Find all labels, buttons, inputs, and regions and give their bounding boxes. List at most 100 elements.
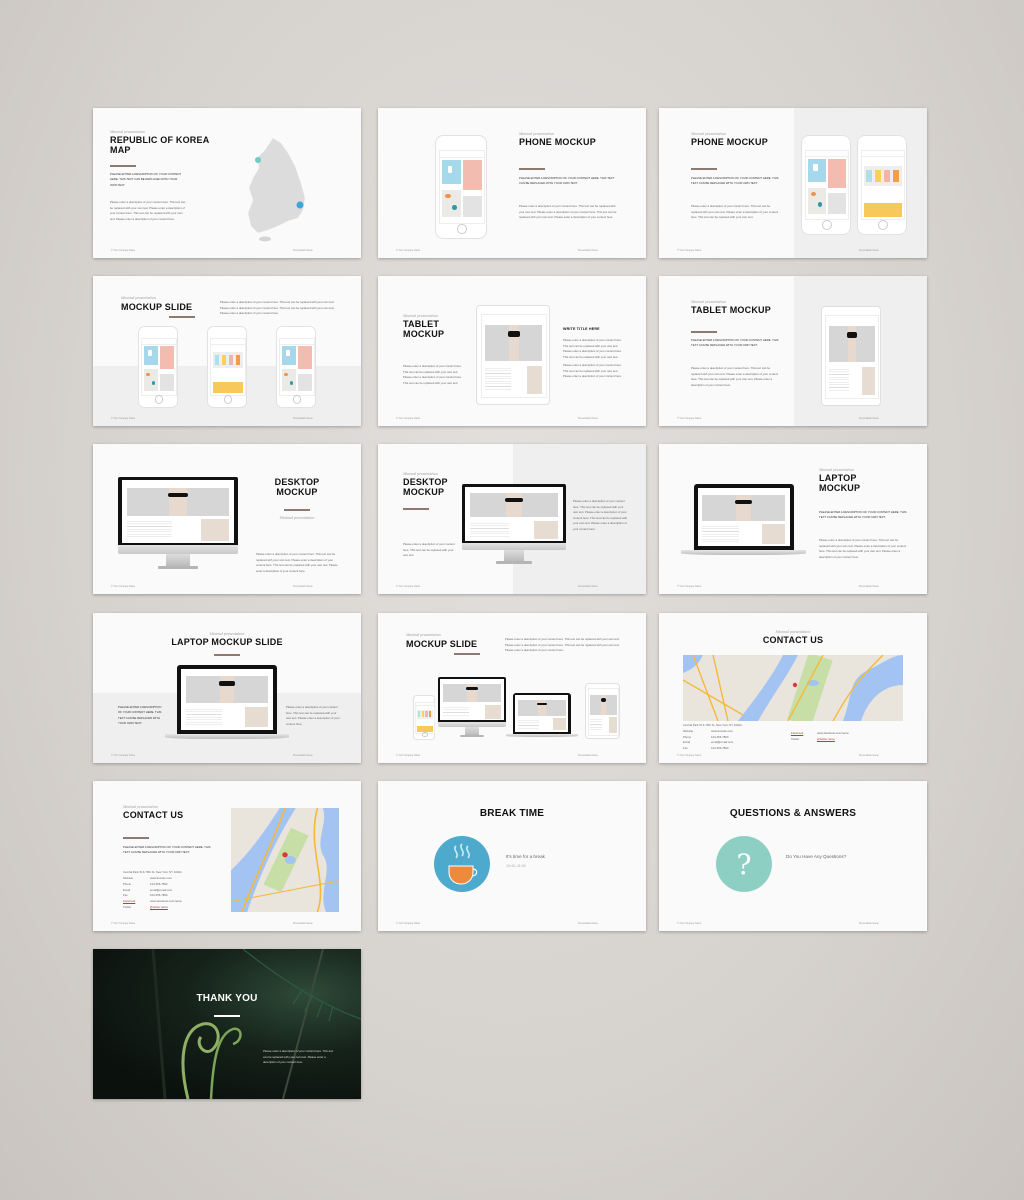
home-button [457,223,467,234]
slide-caps: Please enter a description of your conte… [691,176,779,186]
sunglasses [847,332,857,339]
monitor-chin [118,545,238,554]
title-divider [284,509,310,511]
footer-left: © Your Company Name [677,923,702,925]
dot-red [813,164,818,172]
laptop-lid [693,484,794,551]
footer-right: Presentation Name [578,418,598,420]
thumb [533,520,558,540]
app-tabs [805,151,849,158]
slide-14[interactable]: BREAK TIME It's time for a break 10:40–11:… [378,781,646,931]
footer-left: © Your Company Name [677,418,702,420]
slide-title: TABLET MOCKUP [691,305,771,315]
laptop-mockup [681,484,806,556]
monitor-screen [121,480,235,544]
slide-12[interactable]: Minimal presentation CONTACT US Central Pa… [659,613,927,763]
contact-label: Phone [123,881,132,886]
slide-9[interactable]: Minimal presentation LAPTOP MOCKUP Please … [659,444,927,594]
footer-right: Presentation Name [293,250,313,252]
slide-11[interactable]: Minimal presentation MOCKUP SLIDE Please e… [378,613,646,763]
app-tabs [440,151,484,158]
home-button [822,220,832,231]
slide-caps: Please enter a description of your conte… [819,510,907,520]
slide-subtitle: Minimal presentation [209,632,245,636]
phone-mockup [857,135,907,235]
contact-label[interactable]: Facebook [123,899,153,905]
title-divider [691,331,717,333]
tablet-screen [825,314,879,400]
desktop-monitor [118,477,238,572]
slide-4[interactable]: Minimal presentation MOCKUP SLIDE Please e… [93,276,361,426]
footer-left: © Your Company Name [111,923,136,925]
tablet-screen [587,688,619,736]
footer-right: Presentation Name [293,923,313,925]
korea-map-svg [247,137,306,242]
tile-pink [827,158,847,188]
laptop-lid [177,665,277,734]
social-value[interactable]: @twitter.name [817,737,877,743]
slide-2[interactable]: Minimal presentation PHONE MOCKUP Please e… [378,108,646,258]
slide-6[interactable]: Minimal presentation TABLET MOCKUP Please … [659,276,927,426]
home-button [878,220,888,231]
slide-8[interactable]: Minimal presentation DESKTOP MOCKUP Please… [378,444,646,594]
footer-right: Presentation Name [293,755,313,757]
monitor-frame [462,484,566,544]
thumb [761,524,785,544]
footer-right: Presentation Name [859,418,879,420]
thumb [862,366,875,395]
thumb [484,704,501,719]
laptop-base [506,734,578,738]
slide-15[interactable]: QUESTIONS & ANSWERS? Do You Have Any Ques… [659,781,927,931]
product-card [421,711,425,717]
product-card [228,354,234,365]
slide-line1: Do You Have Any Questions? [786,854,847,859]
content-lines [518,718,540,729]
contact-value[interactable]: www.domain.com [150,876,210,882]
app-tabs [861,151,905,158]
slide-3[interactable]: Minimal presentation PHONE MOCKUP Please e… [659,108,927,258]
thumb [245,706,269,728]
slide-title: MOCKUP SLIDE [121,302,193,312]
footer-left: © Your Company Name [396,923,421,925]
footer-right: Presentation Name [578,250,598,252]
svg-text:?: ? [736,848,751,881]
monitor-stand [503,550,525,562]
phone-screen [210,338,246,397]
product-card [429,711,432,717]
tablet-mockup [585,683,620,739]
laptop-mockup [506,693,578,738]
contact-value[interactable]: @twitter.name [150,905,210,911]
slide-7[interactable]: DESKTOP MOCKUP Minimal presentation Please… [93,444,361,594]
home-button [154,395,164,404]
content-lines [590,717,603,732]
slide-title: THANK YOU [196,993,258,1004]
slide-subtitle: Minimal presentation [123,805,158,809]
slide-caps: Please enter a description of your conte… [123,845,211,855]
phone-screen [860,149,906,221]
slide-title: TABLET MOCKUP [403,319,445,339]
content-lines [485,365,511,391]
footer-left: © Your Company Name [396,586,421,588]
tile-gray [827,193,847,214]
slide-title: LAPTOP MOCKUP [819,473,861,493]
map-image-svg [682,652,903,727]
slide-body: Please enter a description of your conte… [691,204,779,220]
tile-pink [297,345,313,370]
slide-16[interactable]: THANK YOU Please enter a description of y… [93,949,361,1099]
product-card [874,169,881,183]
phone-mockup [801,135,851,235]
footer-left: © Your Company Name [396,418,421,420]
title-divider [214,1015,240,1017]
slide-body: Please enter a description of your conte… [110,200,186,221]
footer-right: Presentation Name [578,755,598,757]
slide-1[interactable]: Minimal presentation REPUBLIC OF KOREA MA… [93,108,361,258]
contact-value: www.facebook.com/name [150,899,182,904]
monitor-base [496,561,532,564]
slide-13[interactable]: Minimal presentation CONTACT US Please ent… [93,781,361,931]
slide-address: Central Park W & 79th St, New York, NY 1… [123,870,182,874]
slide-10[interactable]: Minimal presentation LAPTOP MOCKUP SLIDE P… [93,613,361,763]
product-card [235,354,241,365]
slide-5[interactable]: Minimal presentation TABLET MOCKUP Please … [378,276,646,426]
footer-left: © Your Company Name [677,586,702,588]
laptop-base [681,550,806,555]
